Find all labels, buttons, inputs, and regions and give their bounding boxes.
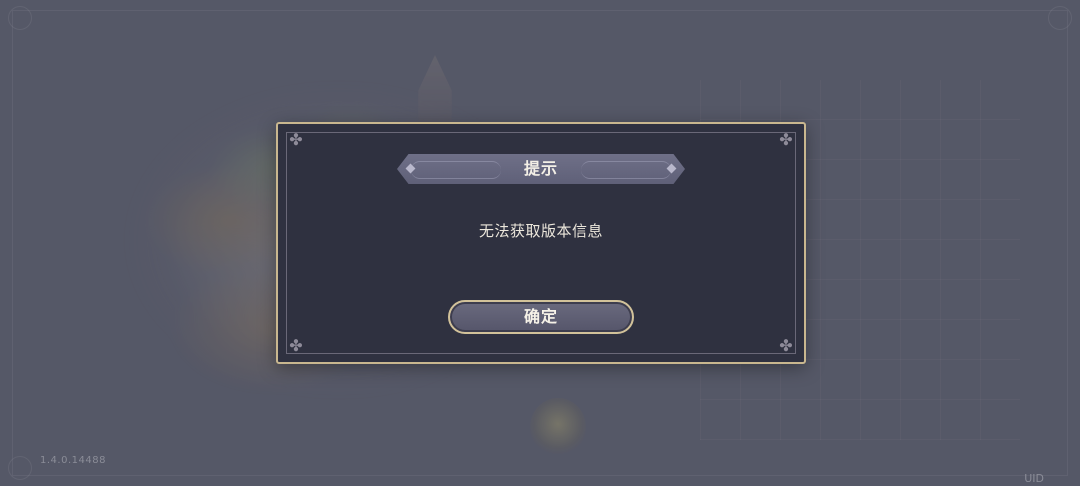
fleur-corner-icon: ✤ <box>779 336 793 355</box>
confirm-button[interactable]: 确定 <box>448 300 634 334</box>
fleur-corner-icon: ✤ <box>289 336 303 355</box>
uid-label: UID <box>1024 472 1044 485</box>
notice-dialog: ✤ ✤ ✤ ✤ 提示 无法获取版本信息 确定 <box>276 122 806 364</box>
fleur-corner-icon: ✤ <box>289 130 303 149</box>
version-label: 1.4.0.14488 <box>40 455 106 466</box>
game-screen: 1.4.0.14488 UID ✤ ✤ ✤ ✤ 提示 无法获取版本信息 确定 <box>0 0 1080 486</box>
fleur-corner-icon: ✤ <box>779 130 793 149</box>
title-banner: 提示 <box>397 154 685 184</box>
dialog-message: 无法获取版本信息 <box>478 222 603 240</box>
dialog-title: 提示 <box>523 159 558 178</box>
